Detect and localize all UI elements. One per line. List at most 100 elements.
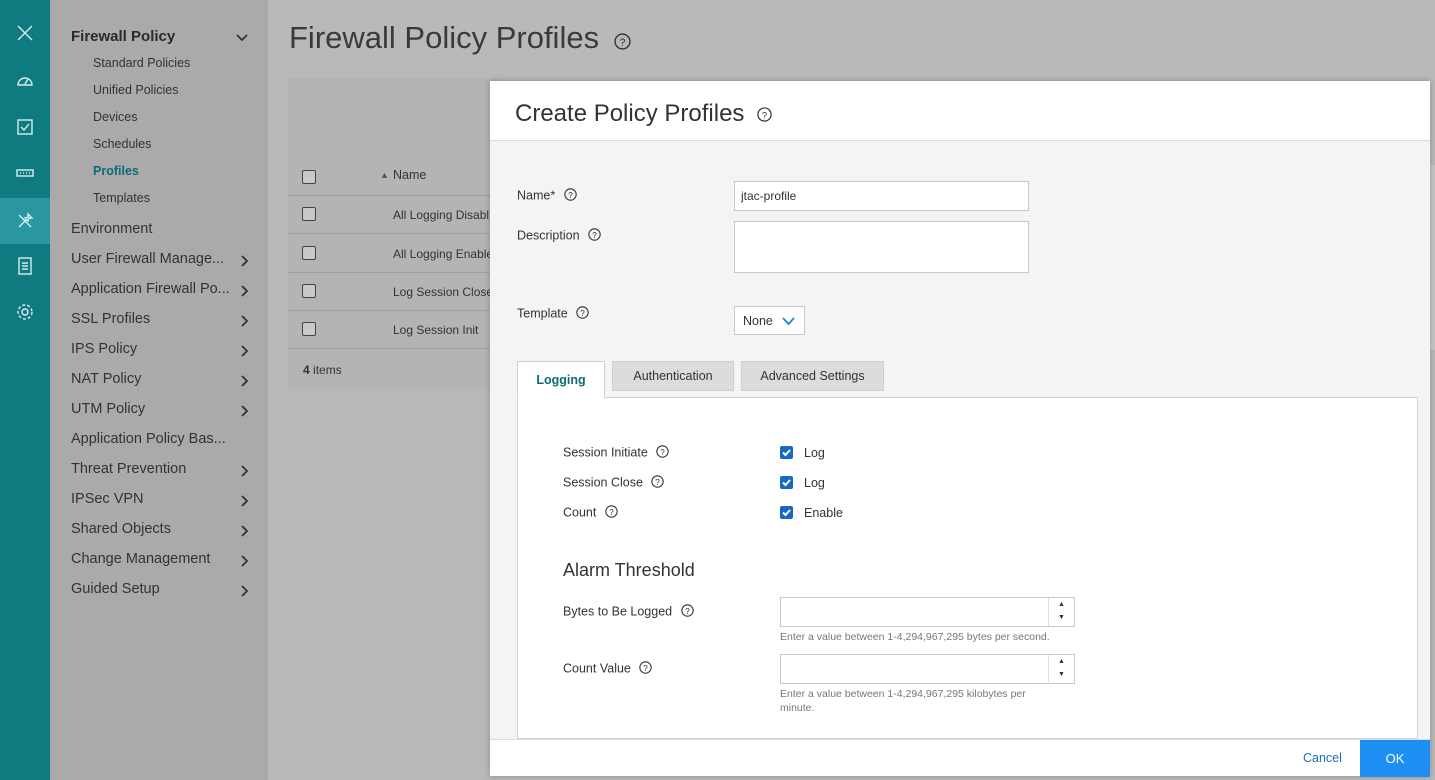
increment-icon[interactable]: ▲ — [1058, 658, 1065, 665]
table-row[interactable]: All Logging Disabl — [288, 196, 500, 234]
nav-subitem-devices[interactable]: Devices — [93, 110, 137, 124]
nav-item-application-firewall[interactable]: Application Firewall Po... — [71, 281, 256, 297]
bytes-to-be-logged-input[interactable]: ▲ ▼ — [780, 597, 1075, 627]
help-icon[interactable]: ? — [563, 188, 577, 204]
row-checkbox[interactable] — [302, 322, 316, 336]
count-value-input[interactable]: ▲ ▼ — [780, 654, 1075, 684]
help-icon[interactable]: ? — [576, 306, 589, 322]
template-label-text: Template — [517, 306, 568, 321]
help-icon[interactable]: ? — [757, 101, 772, 129]
count-value-label-text: Count Value — [563, 661, 631, 676]
help-icon[interactable]: ? — [639, 661, 653, 677]
column-header-name[interactable]: Name — [393, 168, 426, 182]
row-checkbox[interactable] — [302, 284, 316, 298]
alarm-threshold-heading: Alarm Threshold — [563, 560, 695, 580]
help-icon[interactable]: ? — [656, 445, 669, 461]
session-initiate-label: Session Initiate ? — [563, 445, 669, 461]
nav-item-guided-setup[interactable]: Guided Setup — [71, 581, 256, 597]
session-initiate-label-text: Session Initiate — [563, 445, 648, 460]
dialog-title-text: Create Policy Profiles — [515, 100, 745, 127]
nav-group-firewall-policy[interactable]: Firewall Policy — [71, 28, 175, 45]
svg-text:?: ? — [619, 37, 625, 49]
nav-item-nat-policy[interactable]: NAT Policy — [71, 371, 256, 387]
settings-icon[interactable] — [0, 289, 50, 335]
name-input[interactable] — [734, 181, 1029, 211]
sort-ascending-icon[interactable]: ▲ — [380, 170, 389, 180]
tab-logging[interactable]: Logging — [517, 361, 605, 398]
nav-subitem-unified-policies[interactable]: Unified Policies — [93, 83, 178, 97]
chevron-right-icon — [238, 494, 250, 512]
svg-text:?: ? — [644, 664, 649, 673]
nav-item-user-firewall[interactable]: User Firewall Manage... — [71, 251, 256, 267]
monitor-icon[interactable] — [0, 104, 50, 150]
svg-text:?: ? — [661, 448, 666, 457]
chevron-right-icon — [238, 374, 250, 392]
page-title: Firewall Policy Profiles ? — [289, 20, 631, 58]
svg-text:?: ? — [656, 478, 661, 487]
name-label-text: Name* — [517, 188, 556, 203]
nav-item-threat-prevention[interactable]: Threat Prevention — [71, 461, 256, 477]
count-value-label: Count Value ? — [563, 661, 653, 677]
chevron-right-icon — [238, 554, 250, 572]
help-icon[interactable]: ? — [605, 505, 618, 521]
table-row[interactable]: Log Session Close — [288, 273, 500, 311]
dialog-header: Create Policy Profiles ? — [490, 81, 1430, 141]
description-input[interactable] — [734, 221, 1029, 273]
nav-subitem-profiles[interactable]: Profiles — [93, 164, 139, 178]
close-icon[interactable] — [0, 10, 50, 56]
help-icon[interactable]: ? — [680, 604, 694, 620]
template-label: Template ? — [517, 306, 589, 322]
chevron-right-icon — [238, 314, 250, 332]
nav-item-shared-objects[interactable]: Shared Objects — [71, 521, 256, 537]
table-row[interactable]: All Logging Enable — [288, 235, 500, 273]
number-stepper[interactable]: ▲ ▼ — [1048, 655, 1074, 683]
create-policy-profile-dialog: Create Policy Profiles ? Name* ? Descrip… — [490, 81, 1430, 777]
count-checkbox[interactable] — [780, 506, 793, 519]
number-stepper[interactable]: ▲ ▼ — [1048, 598, 1074, 626]
table-row[interactable]: Log Session Init — [288, 311, 500, 349]
configure-icon[interactable] — [0, 198, 50, 244]
nav-subitem-schedules[interactable]: Schedules — [93, 137, 151, 151]
help-icon[interactable]: ? — [614, 22, 631, 58]
nav-item-utm-policy[interactable]: UTM Policy — [71, 401, 256, 417]
description-label: Description ? — [517, 228, 601, 244]
devices-icon[interactable] — [0, 150, 50, 196]
tab-advanced-settings[interactable]: Advanced Settings — [741, 361, 884, 391]
tab-authentication[interactable]: Authentication — [612, 361, 734, 391]
nav-item-ssl-profiles[interactable]: SSL Profiles — [71, 311, 256, 327]
row-checkbox[interactable] — [302, 246, 316, 260]
nav-subitem-standard-policies[interactable]: Standard Policies — [93, 56, 190, 70]
decrement-icon[interactable]: ▼ — [1058, 614, 1065, 621]
nav-item-application-policy-based[interactable]: Application Policy Bas... — [71, 431, 256, 447]
template-select[interactable]: None — [734, 306, 805, 335]
items-count-label: items — [313, 363, 342, 377]
row-checkbox[interactable] — [302, 207, 316, 221]
nav-subitem-templates[interactable]: Templates — [93, 191, 150, 205]
session-close-label: Session Close ? — [563, 475, 665, 491]
nav-item-environment[interactable]: Environment — [71, 221, 256, 237]
chevron-right-icon — [238, 284, 250, 302]
nav-item-change-management[interactable]: Change Management — [71, 551, 256, 567]
reports-icon[interactable] — [0, 243, 50, 289]
description-label-text: Description — [517, 228, 580, 243]
decrement-icon[interactable]: ▼ — [1058, 671, 1065, 678]
chevron-down-icon[interactable] — [236, 30, 248, 48]
increment-icon[interactable]: ▲ — [1058, 601, 1065, 608]
session-close-checkbox[interactable] — [780, 476, 793, 489]
count-option[interactable]: Enable — [804, 506, 843, 520]
row-name: Log Session Close — [393, 285, 494, 299]
nav-item-ipsec-vpn[interactable]: IPSec VPN — [71, 491, 256, 507]
nav-item-ips-policy[interactable]: IPS Policy — [71, 341, 256, 357]
session-close-option[interactable]: Log — [804, 476, 825, 490]
session-initiate-checkbox[interactable] — [780, 446, 793, 459]
select-all-checkbox[interactable] — [302, 170, 316, 184]
ok-button[interactable]: OK — [1360, 740, 1430, 777]
dashboard-icon[interactable] — [0, 58, 50, 104]
chevron-right-icon — [238, 404, 250, 422]
dialog-title: Create Policy Profiles ? — [515, 100, 772, 129]
help-icon[interactable]: ? — [588, 228, 601, 244]
cancel-button[interactable]: Cancel — [1303, 751, 1342, 765]
help-icon[interactable]: ? — [651, 475, 665, 491]
items-count-number: 4 — [303, 363, 310, 377]
session-initiate-option[interactable]: Log — [804, 446, 825, 460]
